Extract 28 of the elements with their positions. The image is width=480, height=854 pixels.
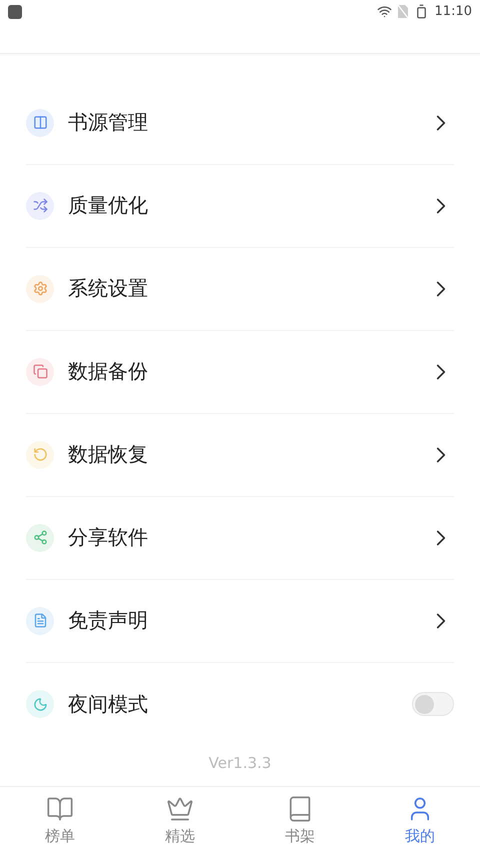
no-sim-icon <box>398 5 408 18</box>
menu-label: 质量优化 <box>68 192 149 220</box>
toggle-switch[interactable] <box>412 692 454 716</box>
book-icon <box>46 794 74 823</box>
app-notification-icon <box>8 4 22 19</box>
menu-label: 分享软件 <box>68 524 149 552</box>
menu-item[interactable]: 免责声明 <box>26 580 454 663</box>
menu-item[interactable]: 质量优化 <box>26 164 454 248</box>
menu-item[interactable]: 系统设置 <box>26 248 454 331</box>
clock-time: 11:10 <box>434 4 472 20</box>
crown-icon <box>166 794 194 823</box>
nav-tab[interactable]: 精选 <box>120 786 240 854</box>
menu-label: 数据备份 <box>68 358 149 386</box>
menu-item[interactable]: 夜间模式 <box>26 662 454 746</box>
wifi-icon <box>376 4 392 20</box>
menu-label: 夜间模式 <box>68 690 149 718</box>
menu-item[interactable]: 书源管理 <box>26 82 454 165</box>
nav-tab[interactable]: 书架 <box>240 786 360 854</box>
nav-tab[interactable]: 榜单 <box>0 786 120 854</box>
menu-label: 数据恢复 <box>68 441 149 468</box>
menu-item[interactable]: 数据备份 <box>26 330 454 414</box>
menu-item[interactable]: 数据恢复 <box>26 414 454 497</box>
menu-label: 书源管理 <box>68 109 149 136</box>
version-text: Ver1.3.3 <box>208 752 272 774</box>
menu-label: 系统设置 <box>68 275 149 302</box>
menu-label: 免责声明 <box>68 607 149 634</box>
nav-tab[interactable]: 我的 <box>360 786 480 854</box>
menu-item[interactable]: 分享软件 <box>26 496 454 580</box>
